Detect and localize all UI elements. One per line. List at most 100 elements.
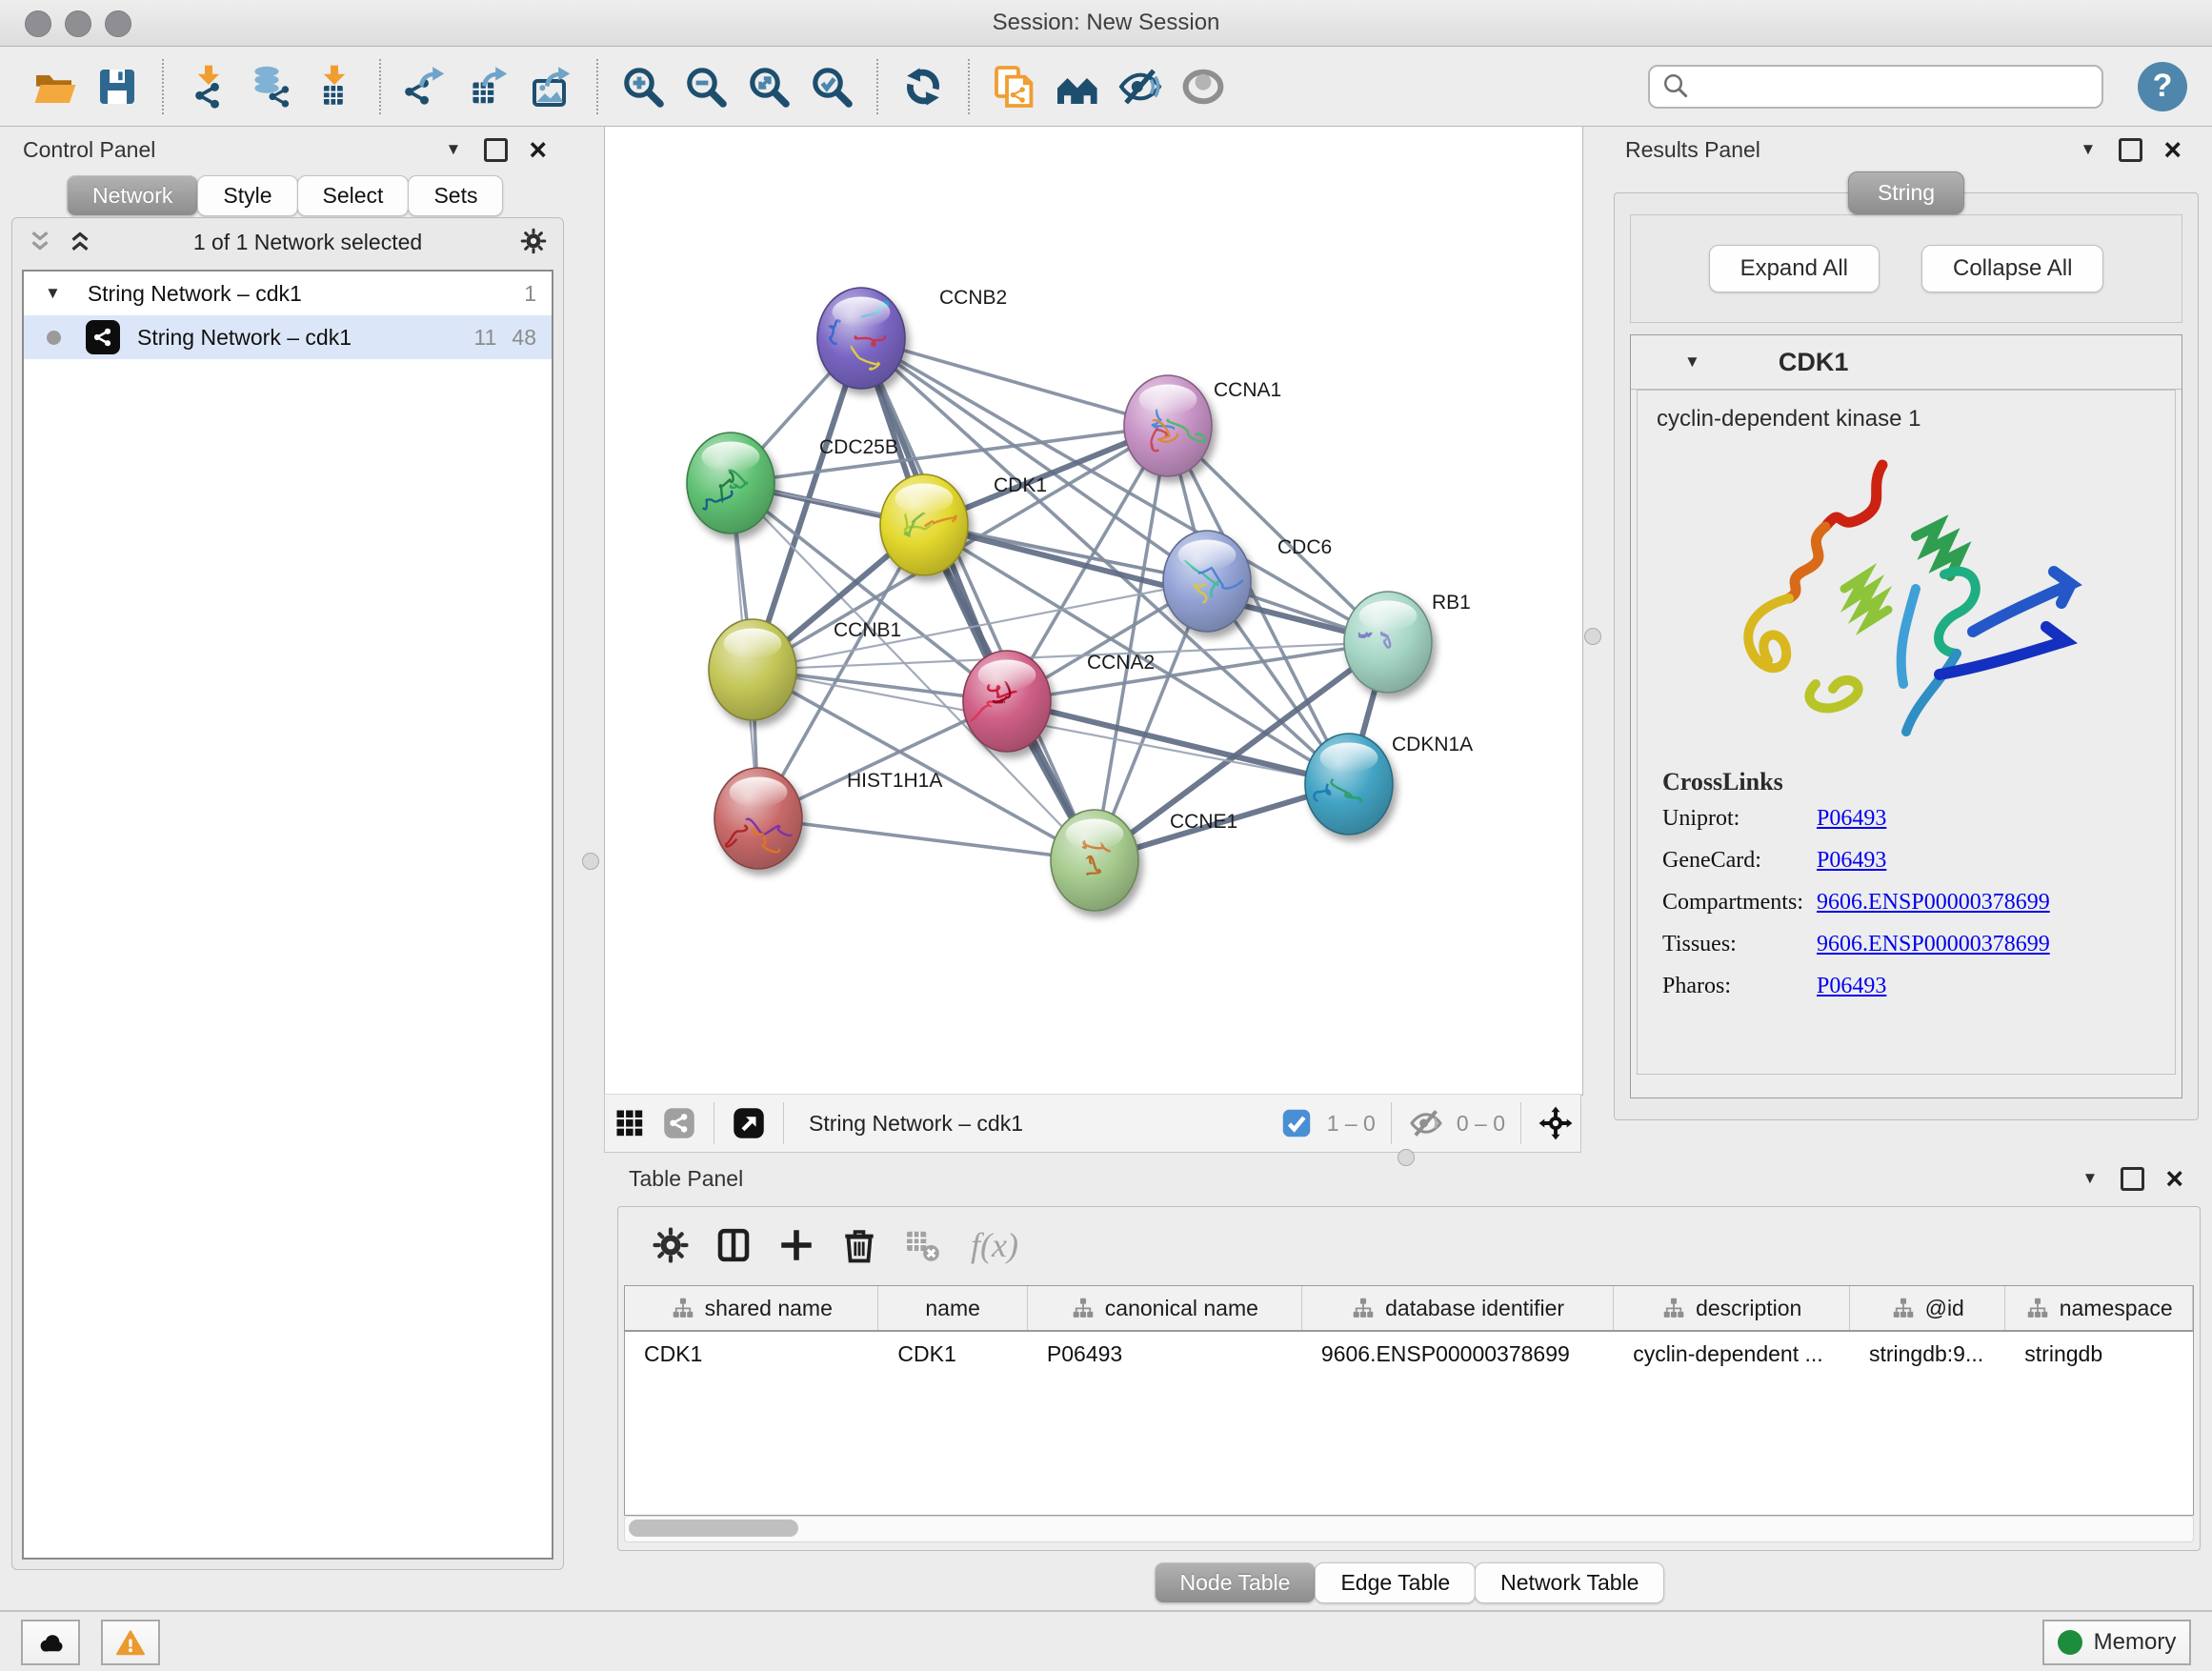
birdseye-grid-icon[interactable] [613, 1106, 647, 1140]
collapse-all-button[interactable]: Collapse All [1921, 245, 2103, 292]
close-panel-icon[interactable]: × [2163, 134, 2182, 165]
table-settings-gear-icon[interactable] [646, 1220, 695, 1270]
network-collection-row[interactable]: ▼ String Network – cdk1 1 [24, 272, 552, 315]
tab-edge-table[interactable]: Edge Table [1315, 1562, 1476, 1603]
double-home-icon[interactable] [1050, 59, 1105, 114]
hidden-eye-slash-icon[interactable] [1409, 1106, 1443, 1140]
open-session-icon[interactable] [27, 59, 82, 114]
table-cell[interactable]: CDK1 [878, 1332, 1027, 1376]
status-bar: Memory [0, 1610, 2212, 1671]
crosslink-link[interactable]: 9606.ENSP00000378699 [1817, 932, 2050, 957]
search-icon [1661, 71, 1692, 102]
collapse-panel-icon[interactable]: ▼ [2080, 140, 2096, 159]
tab-network[interactable]: Network [67, 175, 198, 216]
tab-select[interactable]: Select [297, 175, 410, 216]
collapse-panel-icon[interactable]: ▼ [2081, 1169, 2098, 1188]
column-header-name[interactable]: name [878, 1286, 1027, 1330]
table-row[interactable]: CDK1CDK1P064939606.ENSP00000378699cyclin… [625, 1332, 2193, 1376]
float-panel-icon[interactable] [484, 138, 508, 162]
tab-string[interactable]: String [1848, 171, 1964, 214]
table-cell[interactable]: P06493 [1028, 1332, 1302, 1376]
column-network-icon [671, 1296, 695, 1320]
column-header-canonicalname[interactable]: canonical name [1028, 1286, 1302, 1330]
network-node-RB1[interactable]: RB1 [1344, 592, 1471, 693]
float-panel-icon[interactable] [2121, 1167, 2144, 1191]
table-cell[interactable]: CDK1 [625, 1332, 878, 1376]
import-network-database-icon[interactable] [244, 59, 299, 114]
zoom-fit-icon[interactable] [741, 59, 796, 114]
column-header-namespace[interactable]: namespace [2005, 1286, 2193, 1330]
tree-expand-icon[interactable]: ▼ [45, 284, 61, 303]
open-in-new-window-icon[interactable] [732, 1106, 766, 1140]
export-image-icon[interactable] [524, 59, 579, 114]
tab-sets[interactable]: Sets [408, 175, 503, 216]
export-table-icon[interactable] [461, 59, 516, 114]
bottom-splitter-handle[interactable] [1398, 1149, 1415, 1166]
clone-documents-share-icon[interactable] [987, 59, 1042, 114]
search-box[interactable] [1648, 65, 2103, 109]
tab-network-table[interactable]: Network Table [1475, 1562, 1664, 1603]
crosslink-label: Uniprot: [1662, 806, 1817, 832]
network-node-CCNB1[interactable]: CCNB1 [709, 619, 901, 720]
close-panel-icon[interactable]: × [529, 134, 547, 165]
memory-label: Memory [2094, 1629, 2177, 1656]
table-cell[interactable]: cyclin-dependent ... [1614, 1332, 1850, 1376]
network-view-canvas[interactable]: CCNB2 CCNA1 CDC25B CDK1 CDC6 RB1 CCNB1 C… [604, 126, 1583, 1096]
float-panel-icon[interactable] [2119, 138, 2142, 162]
crosslink-label: GeneCard: [1662, 848, 1817, 874]
delete-column-trash-icon[interactable] [835, 1220, 884, 1270]
node-label: CCNA1 [1214, 379, 1281, 401]
network-options-gear-icon[interactable] [519, 227, 550, 257]
column-header-sharedname[interactable]: shared name [625, 1286, 878, 1330]
expand-all-button[interactable]: Expand All [1709, 245, 1880, 292]
column-header-id[interactable]: @id [1850, 1286, 2005, 1330]
network-node-CCNA2[interactable]: CCNA2 [963, 651, 1155, 752]
eye-slash-blue-icon[interactable] [1113, 59, 1168, 114]
zoom-out-icon[interactable] [678, 59, 734, 114]
close-panel-icon[interactable]: × [2165, 1163, 2183, 1194]
save-session-icon[interactable] [90, 59, 145, 114]
selected-checkbox-icon[interactable] [1279, 1106, 1314, 1140]
collapse-all-networks-icon[interactable] [26, 227, 56, 257]
zoom-selected-icon[interactable] [804, 59, 859, 114]
gene-expand-icon[interactable]: ▼ [1684, 352, 1700, 372]
column-header-description[interactable]: description [1614, 1286, 1850, 1330]
left-splitter-handle[interactable] [582, 853, 599, 870]
table-horizontal-scrollbar[interactable] [624, 1516, 2194, 1542]
table-cell[interactable]: stringdb [2005, 1332, 2193, 1376]
network-node-CDKN1A[interactable]: CDKN1A [1305, 734, 1473, 835]
collapse-panel-icon[interactable]: ▼ [445, 140, 461, 159]
network-node-CDC25B[interactable]: CDC25B [687, 433, 898, 534]
network-share-toggle-icon[interactable] [662, 1106, 696, 1140]
crosslink-link[interactable]: 9606.ENSP00000378699 [1817, 890, 2050, 916]
column-header-databaseidentifier[interactable]: database identifier [1302, 1286, 1614, 1330]
table-cell[interactable]: 9606.ENSP00000378699 [1302, 1332, 1614, 1376]
import-table-file-icon[interactable] [307, 59, 362, 114]
crosslink-link[interactable]: P06493 [1817, 974, 1886, 999]
fit-content-crosshair-icon[interactable] [1538, 1106, 1573, 1140]
export-network-icon[interactable] [398, 59, 453, 114]
cloud-button[interactable] [21, 1620, 80, 1665]
help-button[interactable]: ? [2138, 62, 2187, 111]
memory-button[interactable]: Memory [2042, 1620, 2191, 1665]
eye-gray-icon[interactable] [1176, 59, 1231, 114]
search-input[interactable] [1692, 73, 2101, 100]
network-row-selected[interactable]: String Network – cdk1 11 48 [24, 315, 552, 359]
expand-all-networks-icon[interactable] [66, 227, 96, 257]
warnings-button[interactable] [101, 1620, 160, 1665]
fit-columns-icon[interactable] [709, 1220, 758, 1270]
crosslink-link[interactable]: P06493 [1817, 806, 1886, 832]
add-column-icon[interactable] [772, 1220, 821, 1270]
gene-section-header[interactable]: ▼ CDK1 [1631, 335, 2182, 390]
tab-style[interactable]: Style [197, 175, 297, 216]
zoom-in-icon[interactable] [615, 59, 671, 114]
tab-node-table[interactable]: Node Table [1155, 1562, 1317, 1603]
table-cell[interactable]: stringdb:9... [1850, 1332, 2005, 1376]
refresh-view-icon[interactable] [895, 59, 951, 114]
crosslink-link[interactable]: P06493 [1817, 848, 1886, 874]
import-network-file-icon[interactable] [181, 59, 236, 114]
scrollbar-thumb[interactable] [629, 1520, 798, 1537]
network-node-HIST1H1A[interactable]: HIST1H1A [714, 768, 942, 869]
right-splitter-handle[interactable] [1584, 628, 1601, 645]
network-node-CDK1[interactable]: CDK1 [880, 474, 1047, 575]
